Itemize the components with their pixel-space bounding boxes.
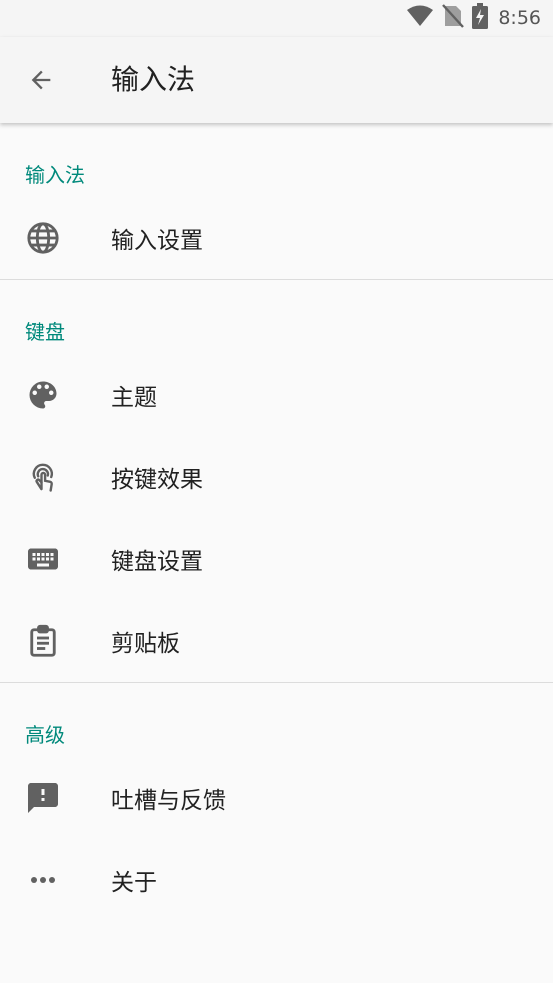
palette-icon [25, 377, 61, 413]
touch-icon [25, 459, 61, 495]
settings-item-label: 输入设置 [111, 228, 203, 254]
wifi-icon [406, 5, 434, 31]
settings-item-label: 主题 [111, 385, 157, 411]
feedback-icon [25, 780, 61, 816]
category-keyboard: 键盘 [25, 320, 65, 344]
category-input-method: 输入法 [25, 163, 85, 187]
settings-item-theme[interactable]: 主题 [0, 354, 553, 436]
settings-item-label: 剪贴板 [111, 631, 180, 657]
battery-icon [472, 3, 489, 33]
settings-list: 输入法 输入设置 键盘 主题 按键效果 键盘设置 剪贴板 高级 吐槽与反馈 关于 [0, 123, 553, 921]
settings-item-label: 按键效果 [111, 467, 203, 493]
settings-item-keyboard-settings[interactable]: 键盘设置 [0, 518, 553, 600]
settings-item-label: 关于 [111, 870, 157, 896]
settings-item-about[interactable]: 关于 [0, 839, 553, 921]
arrow-back-icon [31, 70, 51, 90]
more-icon [25, 862, 61, 898]
no-sim-icon [442, 4, 465, 32]
settings-item-label: 键盘设置 [111, 549, 203, 575]
settings-item-input-settings[interactable]: 输入设置 [0, 197, 553, 279]
settings-item-key-effect[interactable]: 按键效果 [0, 436, 553, 518]
status-bar: 8:56 [0, 0, 553, 37]
settings-item-feedback[interactable]: 吐槽与反馈 [0, 757, 553, 839]
keyboard-icon [25, 541, 61, 577]
settings-item-clipboard[interactable]: 剪贴板 [0, 600, 553, 682]
category-advanced: 高级 [25, 723, 65, 747]
status-time: 8:56 [498, 7, 541, 29]
app-bar: 输入法 [0, 37, 553, 123]
back-button[interactable] [18, 57, 64, 103]
settings-item-label: 吐槽与反馈 [111, 788, 226, 814]
clipboard-icon [25, 623, 61, 659]
page-title: 输入法 [111, 63, 196, 96]
globe-icon [25, 220, 61, 256]
